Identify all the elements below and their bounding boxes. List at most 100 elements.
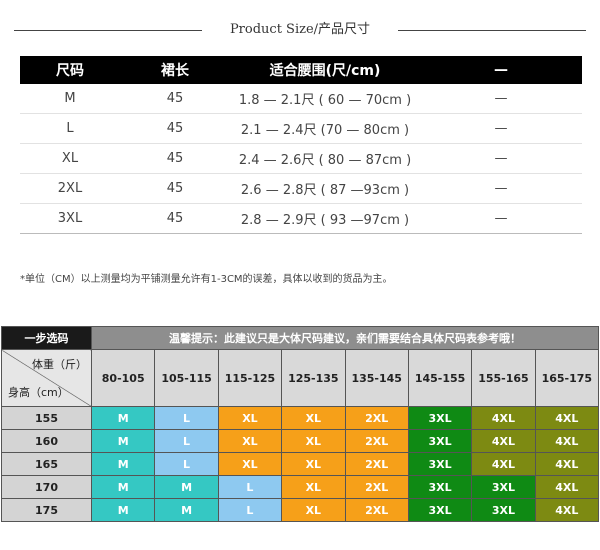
size-cell: M xyxy=(90,406,156,430)
weight-axis-label: 体重（斤） xyxy=(32,358,87,371)
size-cell: L xyxy=(154,429,219,453)
cell-extra: — xyxy=(420,173,582,204)
table-row: L 45 2.1 — 2.4尺 (70 — 80cm ) — xyxy=(20,113,582,144)
size-cell: 3XL xyxy=(407,475,473,499)
size-cell: XL xyxy=(281,429,346,453)
cell-size: 2XL xyxy=(20,173,120,204)
size-cell: 2XL xyxy=(344,406,409,430)
table-row: 2XL 45 2.6 — 2.8尺 ( 87 —93cm ) — xyxy=(20,173,582,204)
axis-corner-cell: 体重（斤） 身高（cm） xyxy=(1,349,92,407)
weight-range: 80-105 xyxy=(90,349,156,407)
size-cell: 4XL xyxy=(534,406,600,430)
size-cell: XL xyxy=(217,406,283,430)
height-value: 165 xyxy=(1,452,92,476)
height-value: 170 xyxy=(1,475,92,499)
title-divider-right xyxy=(398,30,586,31)
cell-size: 3XL xyxy=(20,203,120,234)
size-cell: 2XL xyxy=(344,429,409,453)
weight-range: 145-155 xyxy=(407,349,473,407)
recommend-tip: 温馨提示：此建议只是大体尺码建议，亲们需要结合具体尺码表参考哦！ xyxy=(91,326,599,350)
cell-length: 45 xyxy=(120,173,230,204)
size-cell: XL xyxy=(217,429,283,453)
height-value: 155 xyxy=(1,406,92,430)
size-cell: 2XL xyxy=(344,498,409,522)
cell-waist: 2.6 — 2.8尺 ( 87 —93cm ) xyxy=(230,173,420,204)
header-waist: 适合腰围(尺/cm) xyxy=(230,56,420,84)
page-title: Product Size/产品尺寸 xyxy=(229,22,371,37)
weight-range: 155-165 xyxy=(471,349,536,407)
size-cell: M xyxy=(90,475,156,499)
size-cell: 4XL xyxy=(534,452,600,476)
cell-extra: — xyxy=(420,143,582,174)
cell-extra: — xyxy=(420,113,582,144)
size-cell: M xyxy=(154,475,219,499)
weight-range: 135-145 xyxy=(344,349,409,407)
size-cell: 2XL xyxy=(344,475,409,499)
size-cell: 3XL xyxy=(471,475,536,499)
size-cell: XL xyxy=(281,498,346,522)
height-value: 175 xyxy=(1,498,92,522)
size-cell: L xyxy=(217,498,283,522)
title-divider-left xyxy=(14,30,202,31)
cell-waist: 2.4 — 2.6尺 ( 80 — 87cm ) xyxy=(230,143,420,174)
size-cell: XL xyxy=(281,475,346,499)
cell-size: L xyxy=(20,113,120,144)
size-cell: L xyxy=(217,475,283,499)
weight-header-row: 体重（斤） 身高（cm） 80-105 105-115 115-125 125-… xyxy=(1,349,600,407)
table-row: 175 M M L XL 2XL 3XL 3XL 4XL xyxy=(1,498,600,522)
header-size: 尺码 xyxy=(20,56,120,84)
table-row: M 45 1.8 — 2.1尺 ( 60 — 70cm ) — xyxy=(20,84,582,114)
header-extra: — xyxy=(420,56,582,84)
size-cell: 4XL xyxy=(471,452,536,476)
recommend-title-row: 一步选码 温馨提示：此建议只是大体尺码建议，亲们需要结合具体尺码表参考哦！ xyxy=(1,326,599,350)
cell-length: 45 xyxy=(120,143,230,174)
size-cell: 2XL xyxy=(344,452,409,476)
height-axis-label: 身高（cm） xyxy=(8,386,69,399)
size-cell: 4XL xyxy=(471,406,536,430)
size-cell: 4XL xyxy=(534,429,600,453)
table-row: 160 M L XL XL 2XL 3XL 4XL 4XL xyxy=(1,429,600,453)
size-cell: 3XL xyxy=(471,498,536,522)
size-cell: 3XL xyxy=(407,498,473,522)
size-cell: L xyxy=(154,406,219,430)
cell-waist: 1.8 — 2.1尺 ( 60 — 70cm ) xyxy=(230,84,420,114)
size-cell: L xyxy=(154,452,219,476)
weight-range: 105-115 xyxy=(154,349,219,407)
cell-length: 45 xyxy=(120,113,230,144)
cell-size: M xyxy=(20,84,120,114)
cell-length: 45 xyxy=(120,203,230,234)
size-cell: M xyxy=(90,452,156,476)
size-cell: M xyxy=(90,498,156,522)
weight-range: 115-125 xyxy=(217,349,283,407)
size-table: 尺码 裙长 适合腰围(尺/cm) — M 45 1.8 — 2.1尺 ( 60 … xyxy=(20,56,582,234)
table-row: XL 45 2.4 — 2.6尺 ( 80 — 87cm ) — xyxy=(20,143,582,174)
height-value: 160 xyxy=(1,429,92,453)
size-table-header: 尺码 裙长 适合腰围(尺/cm) — xyxy=(20,56,582,84)
size-cell: 4XL xyxy=(534,475,600,499)
weight-range: 165-175 xyxy=(534,349,600,407)
size-cell: XL xyxy=(217,452,283,476)
size-cell: XL xyxy=(281,452,346,476)
measurement-note: *单位（CM）以上测量均为平铺测量允许有1-3CM的误差，具体以收到的货品为主。 xyxy=(20,274,393,285)
table-row: 170 M M L XL 2XL 3XL 3XL 4XL xyxy=(1,475,600,499)
size-cell: 4XL xyxy=(534,498,600,522)
cell-extra: — xyxy=(420,84,582,114)
size-cell: 3XL xyxy=(407,452,473,476)
size-cell: M xyxy=(154,498,219,522)
table-row: 155 M L XL XL 2XL 3XL 4XL 4XL xyxy=(1,406,600,430)
cell-waist: 2.1 — 2.4尺 (70 — 80cm ) xyxy=(230,113,420,144)
table-row: 3XL 45 2.8 — 2.9尺 ( 93 —97cm ) — xyxy=(20,203,582,234)
header-length: 裙长 xyxy=(120,56,230,84)
cell-size: XL xyxy=(20,143,120,174)
cell-length: 45 xyxy=(120,84,230,114)
table-row: 165 M L XL XL 2XL 3XL 4XL 4XL xyxy=(1,452,600,476)
cell-extra: — xyxy=(420,203,582,234)
recommend-title: 一步选码 xyxy=(1,326,92,350)
cell-waist: 2.8 — 2.9尺 ( 93 —97cm ) xyxy=(230,203,420,234)
size-cell: 3XL xyxy=(407,429,473,453)
size-cell: 3XL xyxy=(407,406,473,430)
size-cell: 4XL xyxy=(471,429,536,453)
size-cell: XL xyxy=(281,406,346,430)
size-recommendation-table: 一步选码 温馨提示：此建议只是大体尺码建议，亲们需要结合具体尺码表参考哦！ 体重… xyxy=(1,326,600,522)
weight-range: 125-135 xyxy=(281,349,346,407)
